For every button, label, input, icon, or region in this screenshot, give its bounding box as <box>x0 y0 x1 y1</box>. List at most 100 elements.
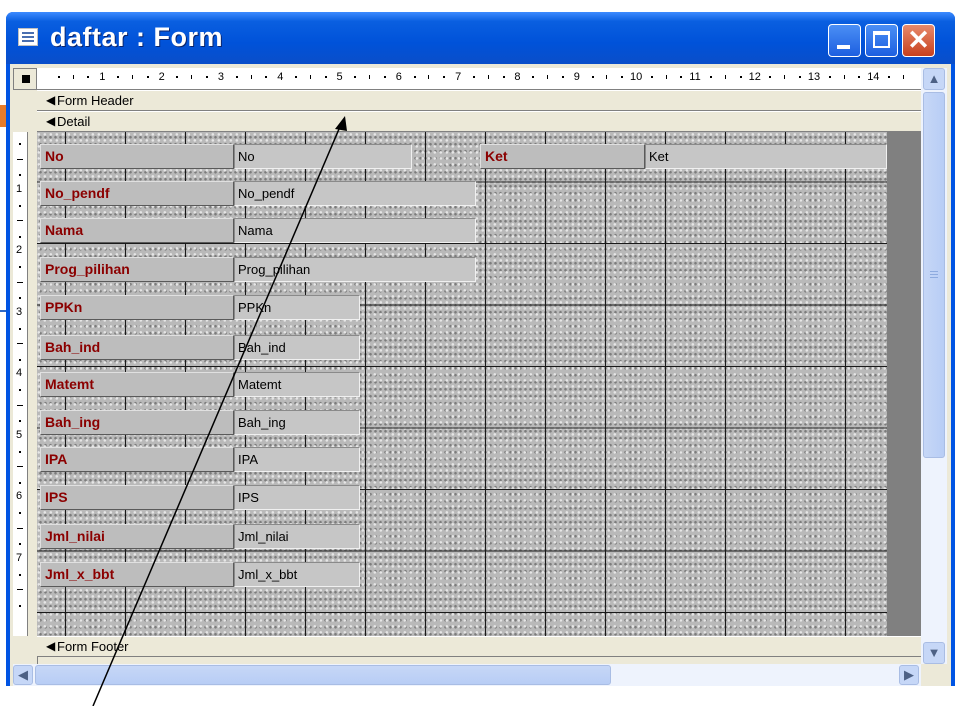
form-selector[interactable] <box>13 68 37 90</box>
window-title: daftar : Form <box>50 22 224 52</box>
ruler-tick <box>606 75 608 79</box>
ruler-tick <box>19 327 21 330</box>
ruler-number: 6 <box>16 490 23 502</box>
vertical-scroll-thumb[interactable] <box>923 92 945 458</box>
ruler-number: 14 <box>867 71 880 83</box>
scroll-down-button[interactable]: ▼ <box>923 642 945 664</box>
form-icon[interactable] <box>18 28 38 46</box>
ruler-tick <box>724 75 726 79</box>
ruler-tick <box>621 76 624 78</box>
ruler-tick <box>250 75 252 79</box>
ruler-tick <box>19 358 21 361</box>
ruler-tick <box>17 527 23 529</box>
title-bar[interactable]: daftar : Form ✕ <box>6 12 955 64</box>
textbox-no-pendf[interactable]: No_pendf <box>234 181 476 206</box>
ruler-tick <box>19 420 21 423</box>
ruler-tick <box>19 297 21 300</box>
ruler-tick <box>19 174 21 177</box>
textbox-jml-x-bbt[interactable]: Jml_x_bbt <box>234 562 360 587</box>
textbox-ipa[interactable]: IPA <box>234 447 360 472</box>
ruler-number: 3 <box>217 71 225 83</box>
ruler-tick <box>784 75 786 79</box>
label-matemt[interactable]: Matemt <box>40 372 234 397</box>
ruler-tick <box>413 76 416 78</box>
close-icon: ✕ <box>907 25 930 55</box>
detail-section[interactable]: No No Ket Ket No_pendf No_pendf Nama Nam… <box>37 132 887 636</box>
textbox-ips[interactable]: IPS <box>234 485 360 510</box>
ruler-tick <box>650 76 653 78</box>
minimize-button[interactable] <box>828 24 861 57</box>
form-selector-icon <box>22 75 30 83</box>
textbox-bah-ing[interactable]: Bah_ing <box>234 410 360 435</box>
form-footer-label: Form Footer <box>57 639 129 654</box>
ruler-tick <box>710 76 713 78</box>
ruler-number: 1 <box>99 71 106 83</box>
close-button[interactable]: ✕ <box>902 24 935 57</box>
ruler-tick <box>19 512 21 515</box>
ruler-tick <box>769 76 772 78</box>
maximize-button[interactable] <box>865 24 898 57</box>
label-prog-pilihan[interactable]: Prog_pilihan <box>40 257 234 282</box>
ruler-tick <box>799 76 802 78</box>
detail-label: Detail <box>57 114 91 129</box>
ruler-tick <box>665 75 667 79</box>
desktop-background <box>0 686 955 706</box>
form-header-bar[interactable]: ◀ Form Header <box>37 90 921 111</box>
ruler-tick <box>591 76 594 78</box>
ruler-number: 11 <box>689 71 701 83</box>
label-jml-nilai[interactable]: Jml_nilai <box>40 524 234 549</box>
ruler-tick <box>19 266 21 269</box>
scroll-right-button[interactable]: ▶ <box>899 665 919 685</box>
ruler-tick <box>206 76 209 78</box>
label-ppkn[interactable]: PPKn <box>40 295 234 320</box>
ruler-tick <box>502 76 505 78</box>
vertical-scrollbar[interactable]: ▲ ▼ <box>921 68 947 664</box>
ruler-tick <box>369 75 371 79</box>
ruler-number: 7 <box>16 551 23 564</box>
vertical-ruler[interactable]: 1 2 3 4 5 6 7 <box>13 132 28 636</box>
textbox-jml-nilai[interactable]: Jml_nilai <box>234 524 360 549</box>
ruler-tick <box>324 76 327 78</box>
label-ipa[interactable]: IPA <box>40 447 234 472</box>
scroll-up-button[interactable]: ▲ <box>923 68 945 90</box>
textbox-matemt[interactable]: Matemt <box>234 372 360 397</box>
ruler-tick <box>57 76 60 78</box>
ruler-number: 7 <box>455 71 462 83</box>
triangle-left-icon: ◀ <box>46 93 56 107</box>
ruler-tick <box>19 543 21 546</box>
label-no[interactable]: No <box>40 144 234 169</box>
triangle-left-icon: ◀ <box>46 114 56 128</box>
ruler-tick <box>17 281 23 283</box>
maximize-icon <box>873 31 890 48</box>
label-nama[interactable]: Nama <box>40 218 234 243</box>
label-ips[interactable]: IPS <box>40 485 234 510</box>
ruler-number: 5 <box>336 71 343 83</box>
label-jml-x-bbt[interactable]: Jml_x_bbt <box>40 562 234 587</box>
ruler-number: 4 <box>277 71 284 83</box>
ruler-tick <box>72 75 74 79</box>
ruler-tick <box>309 75 311 79</box>
textbox-bah-ind[interactable]: Bah_ind <box>234 335 360 360</box>
ruler-tick <box>295 76 298 78</box>
label-bah-ing[interactable]: Bah_ing <box>40 410 234 435</box>
detail-bar[interactable]: ◀ Detail <box>37 111 921 132</box>
textbox-no[interactable]: No <box>234 144 412 169</box>
ruler-tick <box>235 76 238 78</box>
textbox-ppkn[interactable]: PPKn <box>234 295 360 320</box>
textbox-prog-pilihan[interactable]: Prog_pilihan <box>234 257 476 282</box>
textbox-nama[interactable]: Nama <box>234 218 476 243</box>
ruler-tick <box>17 220 23 222</box>
scroll-left-button[interactable]: ◀ <box>13 665 33 685</box>
horizontal-scroll-thumb[interactable] <box>35 665 611 685</box>
label-bah-ind[interactable]: Bah_ind <box>40 335 234 360</box>
horizontal-ruler[interactable]: 1 2 3 4 5 6 7 8 9 10 11 12 13 14 <box>37 68 921 90</box>
horizontal-scrollbar[interactable]: ◀ ▶ <box>13 664 921 686</box>
ruler-number: 6 <box>395 71 402 83</box>
form-footer-bar[interactable]: ◀ Form Footer <box>37 636 921 657</box>
textbox-ket[interactable]: Ket <box>645 144 887 169</box>
ruler-number: 4 <box>16 367 23 379</box>
label-no-pendf[interactable]: No_pendf <box>40 181 234 206</box>
ruler-tick <box>428 75 430 79</box>
ruler-tick <box>176 76 179 78</box>
label-ket[interactable]: Ket <box>480 144 645 169</box>
